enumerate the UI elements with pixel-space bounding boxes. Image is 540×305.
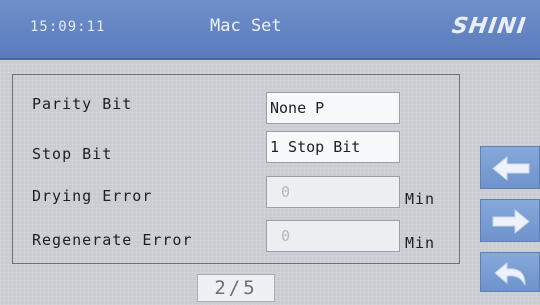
- stop-bit-label: Stop Bit: [32, 145, 113, 163]
- clock: 15:09:11: [30, 19, 106, 35]
- stop-bit-field[interactable]: 1 Stop Bit: [266, 131, 400, 163]
- regenerate-error-label: Regenerate Error: [32, 231, 193, 249]
- parity-bit-field[interactable]: None P: [266, 92, 400, 124]
- screen-title: Mac Set: [210, 16, 282, 36]
- return-button[interactable]: [480, 252, 540, 292]
- drying-error-label: Drying Error: [32, 187, 153, 205]
- drying-error-unit: Min: [405, 190, 436, 208]
- prev-page-button[interactable]: [480, 146, 540, 189]
- parity-bit-label: Parity Bit: [32, 95, 133, 113]
- return-arrow-icon: [494, 261, 526, 286]
- next-page-button[interactable]: [480, 199, 540, 242]
- arrow-left-icon: [492, 155, 530, 182]
- page-indicator: 2/5: [197, 274, 275, 302]
- drying-error-field[interactable]: 0: [266, 176, 400, 208]
- brand-logo: SHINI: [450, 14, 528, 39]
- regenerate-error-field[interactable]: 0: [266, 220, 400, 252]
- regenerate-error-unit: Min: [405, 234, 436, 252]
- arrow-right-icon: [492, 208, 530, 235]
- title-bar: 15:09:11 Mac Set SHINI: [0, 0, 540, 60]
